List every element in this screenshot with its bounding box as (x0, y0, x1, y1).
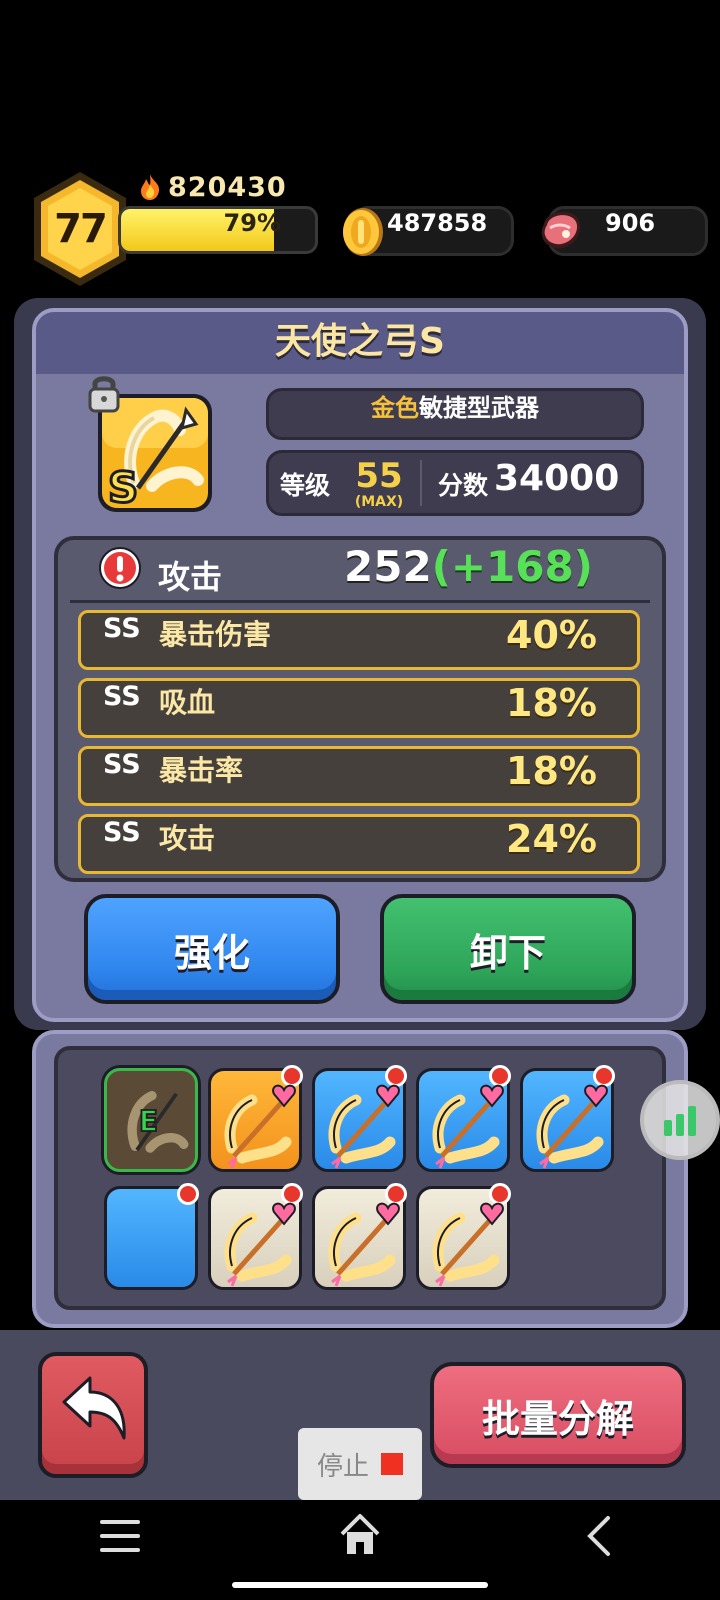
sub-stat-name: 暴击伤害 (159, 618, 272, 651)
flame-icon (141, 174, 160, 200)
item-type: 敏捷型武器 (419, 394, 539, 422)
gold-value: 487858 (387, 209, 488, 237)
sub-stat-row: SS 暴击率 18% (78, 746, 640, 806)
xp-bar: 79% (118, 206, 318, 254)
item-level-max: (MAX) (354, 494, 404, 510)
enhance-button[interactable]: 强化 (84, 894, 340, 1004)
item-level-value: 55 (355, 456, 403, 496)
sub-stat-value: 18% (506, 749, 597, 793)
sub-stat-name: 暴击率 (159, 754, 244, 787)
main-stat-bonus: (+168) (431, 542, 593, 591)
back-nav-icon[interactable] (584, 1514, 614, 1558)
stop-recording-button[interactable]: 停止 (298, 1428, 422, 1500)
power-display: 820430 (138, 170, 287, 204)
inventory-slot[interactable] (208, 1183, 303, 1290)
inventory-slot[interactable] (208, 1065, 303, 1172)
stat-divider (70, 600, 650, 603)
sub-stat-value: 18% (506, 681, 597, 725)
gold-coin-icon (343, 208, 383, 256)
sub-stat-grade: SS (103, 681, 141, 712)
equipped-badge: E (139, 1105, 158, 1138)
lock-icon[interactable] (86, 372, 122, 414)
level-label: 等级 (280, 471, 331, 500)
main-stat-value: 252 (344, 542, 432, 591)
angel-bow-item-icon: E (127, 1090, 189, 1153)
stop-square-icon (381, 1453, 403, 1475)
sub-stat-row: SS 攻击 24% (78, 814, 640, 874)
sub-stat-name: 攻击 (159, 822, 216, 855)
inventory-slot[interactable] (104, 1183, 199, 1290)
inventory-slot[interactable] (312, 1065, 407, 1172)
item-rarity: 金色 (371, 394, 419, 422)
divider (420, 460, 422, 506)
floating-assistant-button[interactable] (640, 1080, 720, 1160)
stop-label: 停止 (316, 1451, 369, 1482)
meat-icon (541, 211, 581, 249)
inventory-slot[interactable] (312, 1183, 407, 1290)
recent-apps-icon[interactable] (98, 1516, 142, 1556)
return-arrow-icon (62, 1376, 126, 1440)
meat-value: 906 (605, 209, 656, 237)
player-level: 77 (54, 206, 108, 252)
score-label: 分数 (438, 471, 489, 500)
sub-stat-value: 24% (506, 817, 597, 861)
sub-stat-grade: SS (103, 613, 141, 644)
power-value: 820430 (168, 171, 287, 203)
inventory-slot[interactable] (416, 1065, 511, 1172)
inventory-slot[interactable] (520, 1065, 615, 1172)
main-stat-label: 攻击 (158, 558, 223, 596)
xp-percent: 79% (223, 209, 281, 237)
sub-stat-value: 40% (506, 613, 597, 657)
batch-salvage-button[interactable]: 批量分解 (430, 1362, 686, 1468)
home-icon[interactable] (338, 1512, 382, 1558)
bar-chart-icon (664, 1106, 696, 1136)
sub-stat-grade: SS (103, 749, 141, 780)
sub-stat-row: SS 暴击伤害 40% (78, 610, 640, 670)
item-type-line: 金色敏捷型武器 (266, 388, 644, 440)
inventory-slot[interactable] (416, 1183, 511, 1290)
inventory-slot-equipped[interactable]: E (104, 1068, 198, 1172)
item-name: 天使之弓S (275, 321, 445, 362)
sub-stat-grade: SS (103, 817, 141, 848)
new-dot (489, 1065, 511, 1087)
sub-stat-name: 吸血 (159, 686, 216, 719)
sub-stat-row: SS 吸血 18% (78, 678, 640, 738)
svg-text:S: S (108, 463, 138, 512)
score-value: 34000 (494, 458, 620, 499)
back-button[interactable] (38, 1352, 148, 1478)
home-indicator (232, 1582, 488, 1588)
unequip-button[interactable]: 卸下 (380, 894, 636, 1004)
new-dot (385, 1183, 407, 1205)
new-dot (281, 1183, 303, 1205)
new-dot (385, 1065, 407, 1087)
new-dot (281, 1065, 303, 1087)
new-dot (593, 1065, 615, 1087)
new-dot (177, 1183, 199, 1205)
main-stat-value-group: 252 (+168) (344, 542, 593, 591)
new-dot (489, 1183, 511, 1205)
alert-icon (99, 547, 141, 589)
